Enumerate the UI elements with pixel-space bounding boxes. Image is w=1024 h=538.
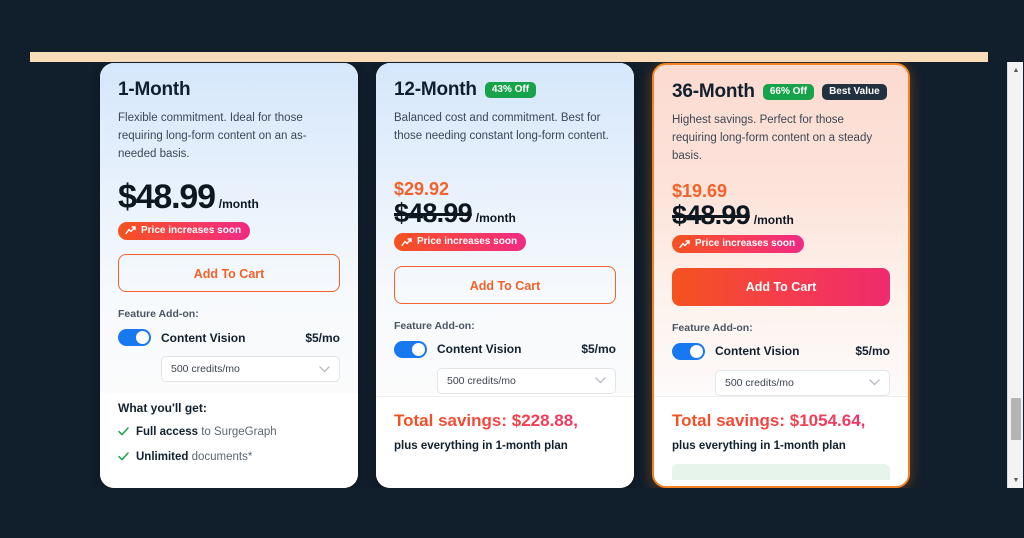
total-savings-subtitle: plus everything in 1-month plan — [672, 440, 846, 453]
feature-rest: to SurgeGraph — [198, 426, 277, 439]
plan-title: 36-Month — [672, 81, 755, 102]
scroll-up-arrow-icon[interactable]: ▲ — [1008, 62, 1024, 78]
scrollbar-thumb[interactable] — [1011, 398, 1021, 440]
price-period: /month — [218, 197, 259, 211]
content-vision-toggle[interactable] — [672, 342, 705, 360]
plan-description: Flexible commitment. Ideal for those req… — [118, 112, 307, 160]
feature-rest: documents* — [188, 451, 253, 464]
feature-addon-row: Content Vision $5/mo — [394, 340, 616, 358]
addon-price: $5/mo — [305, 330, 340, 345]
price-increase-badge: Price increases soon — [394, 233, 527, 252]
feature-addon-row: Content Vision $5/mo — [118, 329, 340, 347]
plan-description: Balanced cost and commitment. Best for t… — [394, 112, 609, 142]
next-section-strip — [672, 464, 890, 481]
content-vision-toggle[interactable] — [394, 340, 427, 358]
discount-badge: 66% Off — [762, 84, 815, 100]
credits-select[interactable]: 500 credits/mo — [715, 369, 890, 396]
check-icon — [118, 427, 129, 436]
add-to-cart-button[interactable]: Add To Cart — [118, 254, 340, 293]
original-price: $48.99 — [672, 199, 751, 230]
plan-price: $48.99 — [118, 178, 216, 216]
total-savings-title: Total savings: $1054.64, — [672, 411, 890, 431]
whats-included-title: What you'll get: — [118, 401, 207, 416]
chevron-down-icon — [869, 379, 880, 386]
chevron-down-icon — [319, 366, 330, 372]
content-vision-toggle[interactable] — [118, 329, 151, 347]
price-period: /month — [475, 210, 516, 225]
pricing-card-12-month[interactable]: 12-Month 43% Off Balanced cost and commi… — [376, 63, 634, 488]
price-block-1: $48.99 /month Price increases soon — [118, 178, 340, 240]
feature-bold: Unlimited — [136, 451, 189, 464]
pricing-card-1-month[interactable]: 1-Month Flexible commitment. Ideal for t… — [100, 63, 358, 488]
trending-up-icon — [125, 226, 136, 235]
card-top-2: 12-Month 43% Off Balanced cost and commi… — [376, 63, 634, 394]
addon-name: Content Vision — [437, 342, 522, 357]
addon-price: $5/mo — [855, 344, 890, 359]
credits-select-value: 500 credits/mo — [447, 374, 516, 387]
pricing-card-36-month[interactable]: 36-Month 66% Off Best Value Highest savi… — [652, 63, 910, 488]
price-increase-badge-label: Price increases soon — [417, 236, 518, 248]
toggle-knob — [412, 342, 425, 356]
pricing-content-area: 1-Month Flexible commitment. Ideal for t… — [30, 62, 988, 488]
card-bottom-3: Total savings: $1054.64, plus everything… — [654, 395, 908, 486]
price-increase-badge: Price increases soon — [672, 235, 805, 254]
price-main-row-1: $48.99 /month — [118, 178, 340, 216]
discount-badge: 43% Off — [484, 82, 537, 98]
feature-addon-label: Feature Add-on: — [394, 319, 475, 332]
feature-item: Full access to SurgeGraph — [118, 426, 340, 440]
vertical-scrollbar[interactable]: ▲ ▼ — [1007, 62, 1023, 488]
addon-price: $5/mo — [581, 342, 616, 357]
credits-select-value: 500 credits/mo — [725, 376, 794, 389]
pricing-cards-row: 1-Month Flexible commitment. Ideal for t… — [100, 63, 910, 488]
trending-up-icon — [401, 237, 412, 246]
price-increase-badge-label: Price increases soon — [141, 224, 242, 236]
discounted-price: $29.92 — [394, 179, 450, 199]
addon-name: Content Vision — [715, 344, 800, 359]
add-to-cart-button[interactable]: Add To Cart — [672, 267, 890, 306]
price-block-3: $19.69 $48.99 /month Price increases soo… — [672, 181, 890, 254]
top-accent-bar — [30, 52, 988, 62]
credits-select[interactable]: 500 credits/mo — [161, 356, 340, 383]
card-bottom-1: What you'll get: Full access to SurgeGra… — [100, 386, 358, 488]
card-top-3: 36-Month 66% Off Best Value Highest savi… — [654, 65, 908, 396]
card-top-1: 1-Month Flexible commitment. Ideal for t… — [100, 63, 358, 394]
price-main-row-2: $48.99 /month — [394, 197, 616, 228]
best-value-badge: Best Value — [822, 84, 887, 100]
original-price: $48.99 — [394, 197, 473, 228]
plan-title: 1-Month — [118, 79, 191, 100]
total-savings-title: Total savings: $228.88, — [394, 411, 616, 431]
feature-bold: Full access — [136, 426, 199, 439]
price-main-row-3: $48.99 /month — [672, 199, 890, 230]
plan-title-row-2: 12-Month 43% Off — [394, 79, 616, 101]
credits-select[interactable]: 500 credits/mo — [437, 367, 616, 394]
feature-addon-row: Content Vision $5/mo — [672, 342, 890, 360]
trending-up-icon — [679, 239, 690, 248]
toggle-knob — [690, 344, 703, 358]
feature-addon-label: Feature Add-on: — [118, 308, 199, 321]
credits-select-value: 500 credits/mo — [171, 363, 240, 376]
plan-title-row-1: 1-Month — [118, 79, 340, 101]
card-bottom-2: Total savings: $228.88, plus everything … — [376, 396, 634, 488]
price-block-2: $29.92 $48.99 /month Price increases soo… — [394, 179, 616, 252]
page-root: 1-Month Flexible commitment. Ideal for t… — [0, 0, 1024, 538]
plan-title-row-3: 36-Month 66% Off Best Value — [672, 81, 890, 103]
addon-name: Content Vision — [161, 330, 246, 345]
scroll-down-arrow-icon[interactable]: ▼ — [1008, 472, 1024, 488]
chevron-down-icon — [595, 377, 606, 384]
plan-description: Highest savings. Perfect for those requi… — [672, 114, 873, 162]
discounted-price: $19.69 — [672, 181, 728, 201]
check-icon — [118, 452, 129, 461]
feature-item: Unlimited documents* — [118, 451, 340, 465]
feature-addon-label: Feature Add-on: — [672, 321, 753, 334]
price-increase-badge-label: Price increases soon — [695, 238, 796, 250]
add-to-cart-button[interactable]: Add To Cart — [394, 265, 616, 304]
price-increase-badge: Price increases soon — [118, 221, 251, 240]
total-savings-subtitle: plus everything in 1-month plan — [394, 440, 568, 453]
price-period: /month — [753, 212, 794, 227]
toggle-knob — [136, 331, 149, 345]
plan-title: 12-Month — [394, 79, 477, 100]
